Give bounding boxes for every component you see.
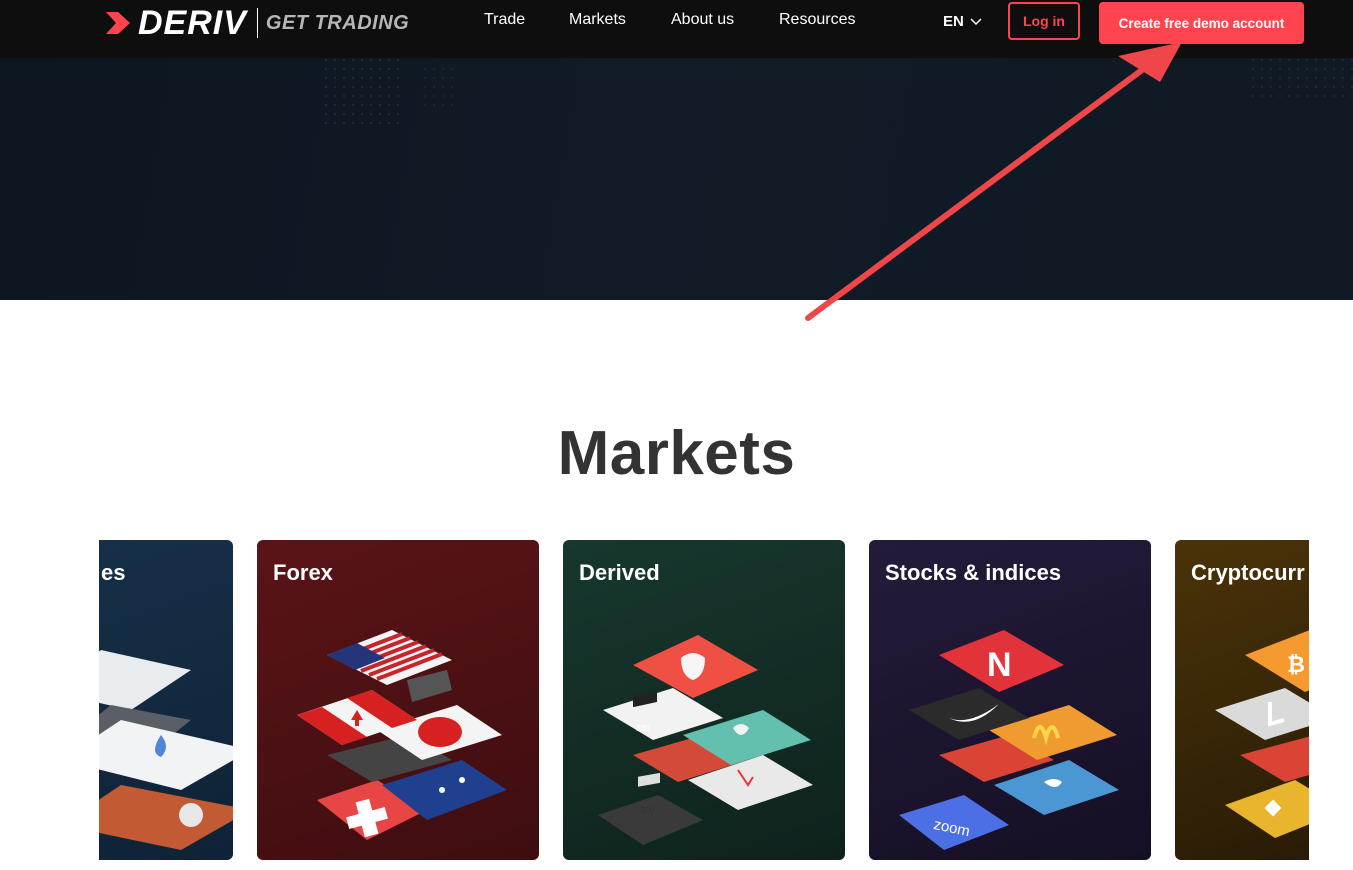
crypto-art: ₿ <box>1215 630 1309 838</box>
binance-icon <box>1225 780 1309 838</box>
market-card-art <box>99 650 233 850</box>
logo-wordmark: DERIV <box>138 4 247 42</box>
nav-markets[interactable]: Markets <box>569 11 626 29</box>
market-card-title: Derived <box>579 560 660 585</box>
forex-art <box>297 630 507 840</box>
world-map-dots <box>320 58 1353 128</box>
market-card-stocks-indices[interactable]: Stocks & indices zoom N <box>869 540 1151 860</box>
language-label: EN <box>943 13 964 30</box>
top-nav: DERIV GET TRADING Trade Markets About us… <box>0 0 1353 58</box>
markets-heading: Markets <box>557 419 796 488</box>
deriv-logo-icon <box>106 12 130 34</box>
market-card-title: Cryptocurr <box>1191 560 1305 585</box>
index-300-label: 300 <box>636 724 650 733</box>
markets-carousel[interactable]: es Forex Derived 200 300 Stocks & indice… <box>99 540 1309 860</box>
bear-icon <box>633 635 758 698</box>
logo-divider <box>256 8 258 38</box>
deriv-logo[interactable]: DERIV GET TRADING <box>104 6 409 40</box>
create-demo-account-button[interactable]: Create free demo account <box>1099 2 1304 44</box>
market-card-forex[interactable]: Forex <box>257 540 539 860</box>
index-200-icon: 200 <box>598 772 703 845</box>
zoom-icon: zoom <box>899 795 1009 850</box>
language-selector[interactable]: EN <box>943 13 982 30</box>
derived-art: 200 300 <box>598 635 813 845</box>
nav-about-us[interactable]: About us <box>671 11 734 29</box>
market-card-title: Forex <box>273 560 333 585</box>
hero-banner <box>0 58 1353 300</box>
nav-resources[interactable]: Resources <box>779 11 855 29</box>
svg-text:₿: ₿ <box>1287 652 1305 677</box>
market-card-cryptocurrencies[interactable]: Cryptocurr ₿ <box>1175 540 1309 860</box>
index-200-label: 200 <box>641 806 655 815</box>
chevron-down-icon <box>970 17 982 25</box>
netflix-icon: N <box>939 630 1064 692</box>
market-card-partial[interactable]: es <box>99 540 233 860</box>
login-button[interactable]: Log in <box>1008 2 1080 40</box>
netflix-label: N <box>987 646 1012 684</box>
logo-tagline: GET TRADING <box>265 12 410 34</box>
us-coin-icon <box>179 803 203 827</box>
market-card-title: Stocks & indices <box>885 560 1062 585</box>
market-card-title: es <box>101 560 126 585</box>
market-card-derived[interactable]: Derived 200 300 <box>563 540 845 860</box>
stocks-art: zoom N <box>899 630 1119 850</box>
nav-trade[interactable]: Trade <box>484 11 525 29</box>
bitcoin-icon: ₿ <box>1245 630 1309 692</box>
